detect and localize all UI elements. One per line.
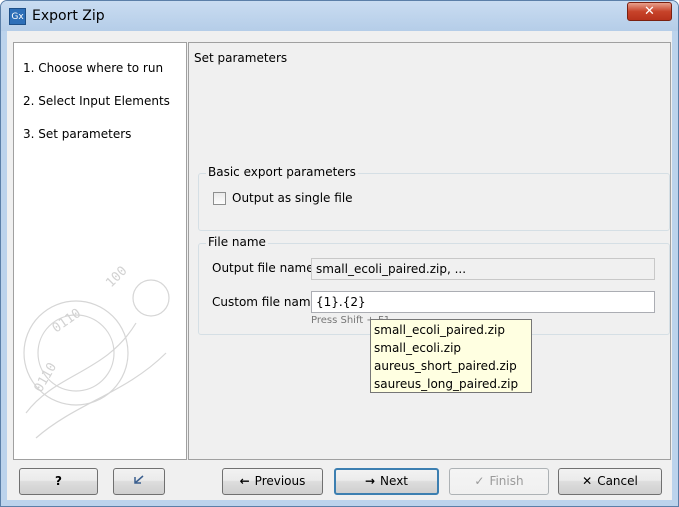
finish-label: Finish [489,474,524,488]
output-as-single-file-checkbox[interactable] [213,192,226,205]
group-title: Basic export parameters [206,165,358,179]
step-number: 3. [23,127,35,141]
help-button[interactable]: ? [19,468,98,495]
dialog-body: 1. Choose where to run 2. Select Input E… [7,31,672,500]
next-label: Next [380,474,409,488]
parameters-panel: Set parameters Basic export parameters O… [188,42,671,460]
next-button[interactable]: → Next [334,468,439,495]
checkmark-icon: ✓ [474,474,485,488]
window-title: Export Zip [32,8,105,24]
custom-file-name-input[interactable]: {1}.{2} [311,291,655,313]
finish-button[interactable]: ✓ Finish [449,468,549,495]
custom-file-name-label: Custom file name [212,295,318,309]
step-label: Select Input Elements [38,94,170,108]
svg-text:0110: 0110 [31,360,60,395]
output-file-name-field: small_ecoli_paired.zip, ... [311,258,655,280]
app-icon: Gx [9,8,26,25]
decorative-swirl-graphic: 0110 0110 100 [23,264,170,439]
preview-item: small_ecoli.zip [374,341,462,355]
preview-item: small_ecoli_paired.zip [374,323,505,337]
step-number: 1. [23,61,35,75]
step-set-parameters: 3. Set parameters [23,127,131,141]
step-number: 2. [23,94,35,108]
group-title: File name [206,235,268,249]
step-label: Set parameters [38,127,132,141]
basic-export-parameters-group: Basic export parameters Output as single… [198,165,670,231]
step-label: Choose where to run [38,61,164,75]
title-bar[interactable]: Gx Export Zip ✕ [1,1,678,31]
checkbox-label: Output as single file [232,191,353,205]
wizard-steps-panel: 1. Choose where to run 2. Select Input E… [13,42,187,460]
cancel-label: Cancel [597,474,638,488]
help-icon: ? [55,474,62,488]
cancel-button[interactable]: ✕ Cancel [558,468,662,495]
export-zip-dialog: Gx Export Zip ✕ 1. Choose where to run 2… [0,0,679,507]
preview-item: saureus_long_paired.zip [374,377,519,391]
output-file-name-label: Output file name [212,261,314,275]
reset-arrow-icon [134,475,144,484]
svg-text:0110: 0110 [50,306,84,336]
preview-item: aureus_short_paired.zip [374,359,517,373]
step-select-input-elements: 2. Select Input Elements [23,94,170,108]
previous-button[interactable]: ← Previous [222,468,323,495]
arrow-left-icon: ← [239,474,250,488]
close-button[interactable]: ✕ [627,2,672,21]
svg-text:100: 100 [103,264,130,291]
arrow-right-icon: → [364,474,376,488]
previous-label: Previous [254,474,306,488]
filename-preview-popup: small_ecoli_paired.zip small_ecoli.zip a… [370,319,532,393]
reset-button[interactable] [113,468,165,495]
x-cancel-icon: ✕ [582,474,593,488]
page-title: Set parameters [194,51,288,65]
step-choose-where-to-run: 1. Choose where to run [23,61,163,75]
